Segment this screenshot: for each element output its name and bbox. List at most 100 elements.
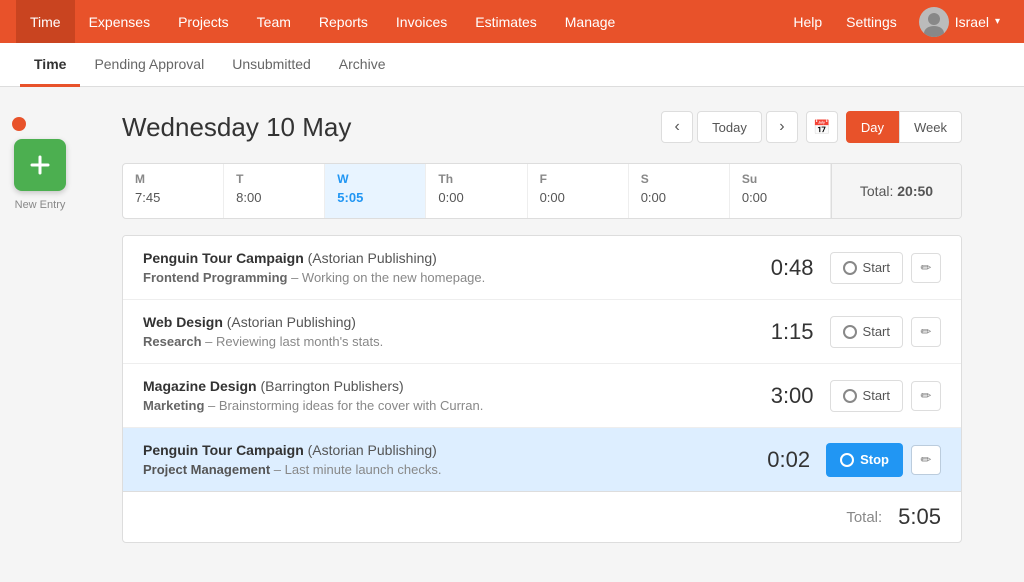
top-nav-left: Time Expenses Projects Team Reports Invo… bbox=[16, 0, 783, 43]
day-label-sun: Su bbox=[742, 172, 818, 186]
entry-2-title: Web Design (Astorian Publishing) bbox=[143, 314, 754, 330]
calendar-button[interactable]: 📅 bbox=[806, 111, 838, 143]
prev-button[interactable]: ‹ bbox=[661, 111, 693, 143]
entry-1-actions: Start ✏ bbox=[830, 252, 941, 284]
day-label-sat: S bbox=[641, 172, 717, 186]
user-name: Israel bbox=[955, 14, 989, 30]
week-day-fri[interactable]: F 0:00 bbox=[528, 164, 629, 218]
subnav-time[interactable]: Time bbox=[20, 43, 80, 87]
nav-item-expenses[interactable]: Expenses bbox=[75, 0, 164, 43]
pencil-icon-3: ✏ bbox=[921, 388, 932, 404]
entry-3-duration: 3:00 bbox=[754, 383, 814, 409]
day-time-tue: 8:00 bbox=[236, 190, 312, 205]
entry-4-title: Penguin Tour Campaign (Astorian Publishi… bbox=[143, 442, 750, 458]
day-time-fri: 0:00 bbox=[540, 190, 616, 205]
day-view-button[interactable]: Day bbox=[846, 111, 899, 143]
pencil-icon-2: ✏ bbox=[921, 324, 932, 340]
time-entry-3: Magazine Design (Barrington Publishers) … bbox=[123, 364, 961, 428]
pencil-icon-4: ✏ bbox=[921, 452, 932, 468]
total-row: Total: 5:05 bbox=[123, 492, 961, 542]
time-entry-4: Penguin Tour Campaign (Astorian Publishi… bbox=[123, 428, 961, 492]
entry-4-duration: 0:02 bbox=[750, 447, 810, 473]
week-day-wed[interactable]: W 5:05 bbox=[325, 164, 426, 218]
clock-icon-3 bbox=[843, 389, 857, 403]
subnav-unsubmitted[interactable]: Unsubmitted bbox=[218, 43, 325, 87]
total-value: 5:05 bbox=[898, 504, 941, 530]
entry-3-start-button[interactable]: Start bbox=[830, 380, 903, 412]
entry-1-edit-button[interactable]: ✏ bbox=[911, 253, 941, 283]
subnav-pending-approval[interactable]: Pending Approval bbox=[80, 43, 218, 87]
entry-3-edit-button[interactable]: ✏ bbox=[911, 381, 941, 411]
entry-4-edit-button[interactable]: ✏ bbox=[911, 445, 941, 475]
user-menu[interactable]: Israel ▾ bbox=[911, 0, 1008, 43]
nav-item-manage[interactable]: Manage bbox=[551, 0, 630, 43]
page-title: Wednesday 10 May bbox=[122, 112, 351, 143]
week-day-sat[interactable]: S 0:00 bbox=[629, 164, 730, 218]
new-entry-label: New Entry bbox=[15, 199, 66, 211]
clock-icon-1 bbox=[843, 261, 857, 275]
stop-icon bbox=[840, 453, 854, 467]
entry-1-start-button[interactable]: Start bbox=[830, 252, 903, 284]
nav-item-reports[interactable]: Reports bbox=[305, 0, 382, 43]
entry-3-subtitle: Marketing – Brainstorming ideas for the … bbox=[143, 398, 754, 413]
entry-2-edit-button[interactable]: ✏ bbox=[911, 317, 941, 347]
plus-icon bbox=[26, 151, 54, 179]
nav-settings[interactable]: Settings bbox=[836, 0, 907, 43]
entry-2-subtitle: Research – Reviewing last month's stats. bbox=[143, 334, 754, 349]
entry-2-start-button[interactable]: Start bbox=[830, 316, 903, 348]
day-label-wed: W bbox=[337, 172, 413, 186]
day-time-mon: 7:45 bbox=[135, 190, 211, 205]
entry-2-info: Web Design (Astorian Publishing) Researc… bbox=[143, 314, 754, 349]
day-time-sat: 0:00 bbox=[641, 190, 717, 205]
entry-4-stop-button[interactable]: Stop bbox=[826, 443, 903, 477]
time-entry-1: Penguin Tour Campaign (Astorian Publishi… bbox=[123, 236, 961, 300]
sidebar: New Entry bbox=[0, 117, 80, 211]
time-entries-list: Penguin Tour Campaign (Astorian Publishi… bbox=[122, 235, 962, 543]
next-button[interactable]: › bbox=[766, 111, 798, 143]
chevron-down-icon: ▾ bbox=[995, 16, 1000, 27]
view-toggle-group: Day Week bbox=[846, 111, 962, 143]
new-entry-button[interactable] bbox=[14, 139, 66, 191]
week-grid: M 7:45 T 8:00 W 5:05 Th 0:00 F 0:00 S 0:… bbox=[122, 163, 962, 219]
week-view-button[interactable]: Week bbox=[899, 111, 962, 143]
entry-4-actions: Stop ✏ bbox=[826, 443, 941, 477]
entry-2-duration: 1:15 bbox=[754, 319, 814, 345]
top-nav-right: Help Settings Israel ▾ bbox=[783, 0, 1008, 43]
time-entry-2: Web Design (Astorian Publishing) Researc… bbox=[123, 300, 961, 364]
calendar-icon: 📅 bbox=[813, 119, 830, 136]
entry-3-title: Magazine Design (Barrington Publishers) bbox=[143, 378, 754, 394]
nav-item-invoices[interactable]: Invoices bbox=[382, 0, 461, 43]
nav-item-estimates[interactable]: Estimates bbox=[461, 0, 550, 43]
week-day-tue[interactable]: T 8:00 bbox=[224, 164, 325, 218]
entry-1-info: Penguin Tour Campaign (Astorian Publishi… bbox=[143, 250, 754, 285]
entry-3-actions: Start ✏ bbox=[830, 380, 941, 412]
week-day-sun[interactable]: Su 0:00 bbox=[730, 164, 831, 218]
pencil-icon-1: ✏ bbox=[921, 260, 932, 276]
entry-4-info: Penguin Tour Campaign (Astorian Publishi… bbox=[143, 442, 750, 477]
page-header: Wednesday 10 May ‹ Today › 📅 Day bbox=[122, 111, 962, 143]
nav-help[interactable]: Help bbox=[783, 0, 832, 43]
entry-1-title: Penguin Tour Campaign (Astorian Publishi… bbox=[143, 250, 754, 266]
day-label-tue: T bbox=[236, 172, 312, 186]
content-area: Wednesday 10 May ‹ Today › 📅 Day bbox=[32, 87, 992, 573]
day-label-thu: Th bbox=[438, 172, 514, 186]
header-controls: ‹ Today › 📅 Day Week bbox=[661, 111, 962, 143]
day-label-mon: M bbox=[135, 172, 211, 186]
orange-dot bbox=[12, 117, 26, 131]
main-layout: New Entry Wednesday 10 May ‹ Today › 📅 bbox=[0, 87, 1024, 573]
sub-nav: Time Pending Approval Unsubmitted Archiv… bbox=[0, 43, 1024, 87]
total-label: Total: bbox=[846, 509, 882, 526]
day-label-fri: F bbox=[540, 172, 616, 186]
week-day-mon[interactable]: M 7:45 bbox=[123, 164, 224, 218]
nav-item-team[interactable]: Team bbox=[243, 0, 305, 43]
nav-item-projects[interactable]: Projects bbox=[164, 0, 243, 43]
subnav-archive[interactable]: Archive bbox=[325, 43, 400, 87]
entry-2-client: (Astorian Publishing) bbox=[227, 314, 356, 330]
week-day-thu[interactable]: Th 0:00 bbox=[426, 164, 527, 218]
day-time-thu: 0:00 bbox=[438, 190, 514, 205]
nav-item-time[interactable]: Time bbox=[16, 0, 75, 43]
avatar bbox=[919, 7, 949, 37]
today-button[interactable]: Today bbox=[697, 111, 762, 143]
entry-3-client: (Barrington Publishers) bbox=[260, 378, 403, 394]
day-time-wed: 5:05 bbox=[337, 190, 413, 205]
